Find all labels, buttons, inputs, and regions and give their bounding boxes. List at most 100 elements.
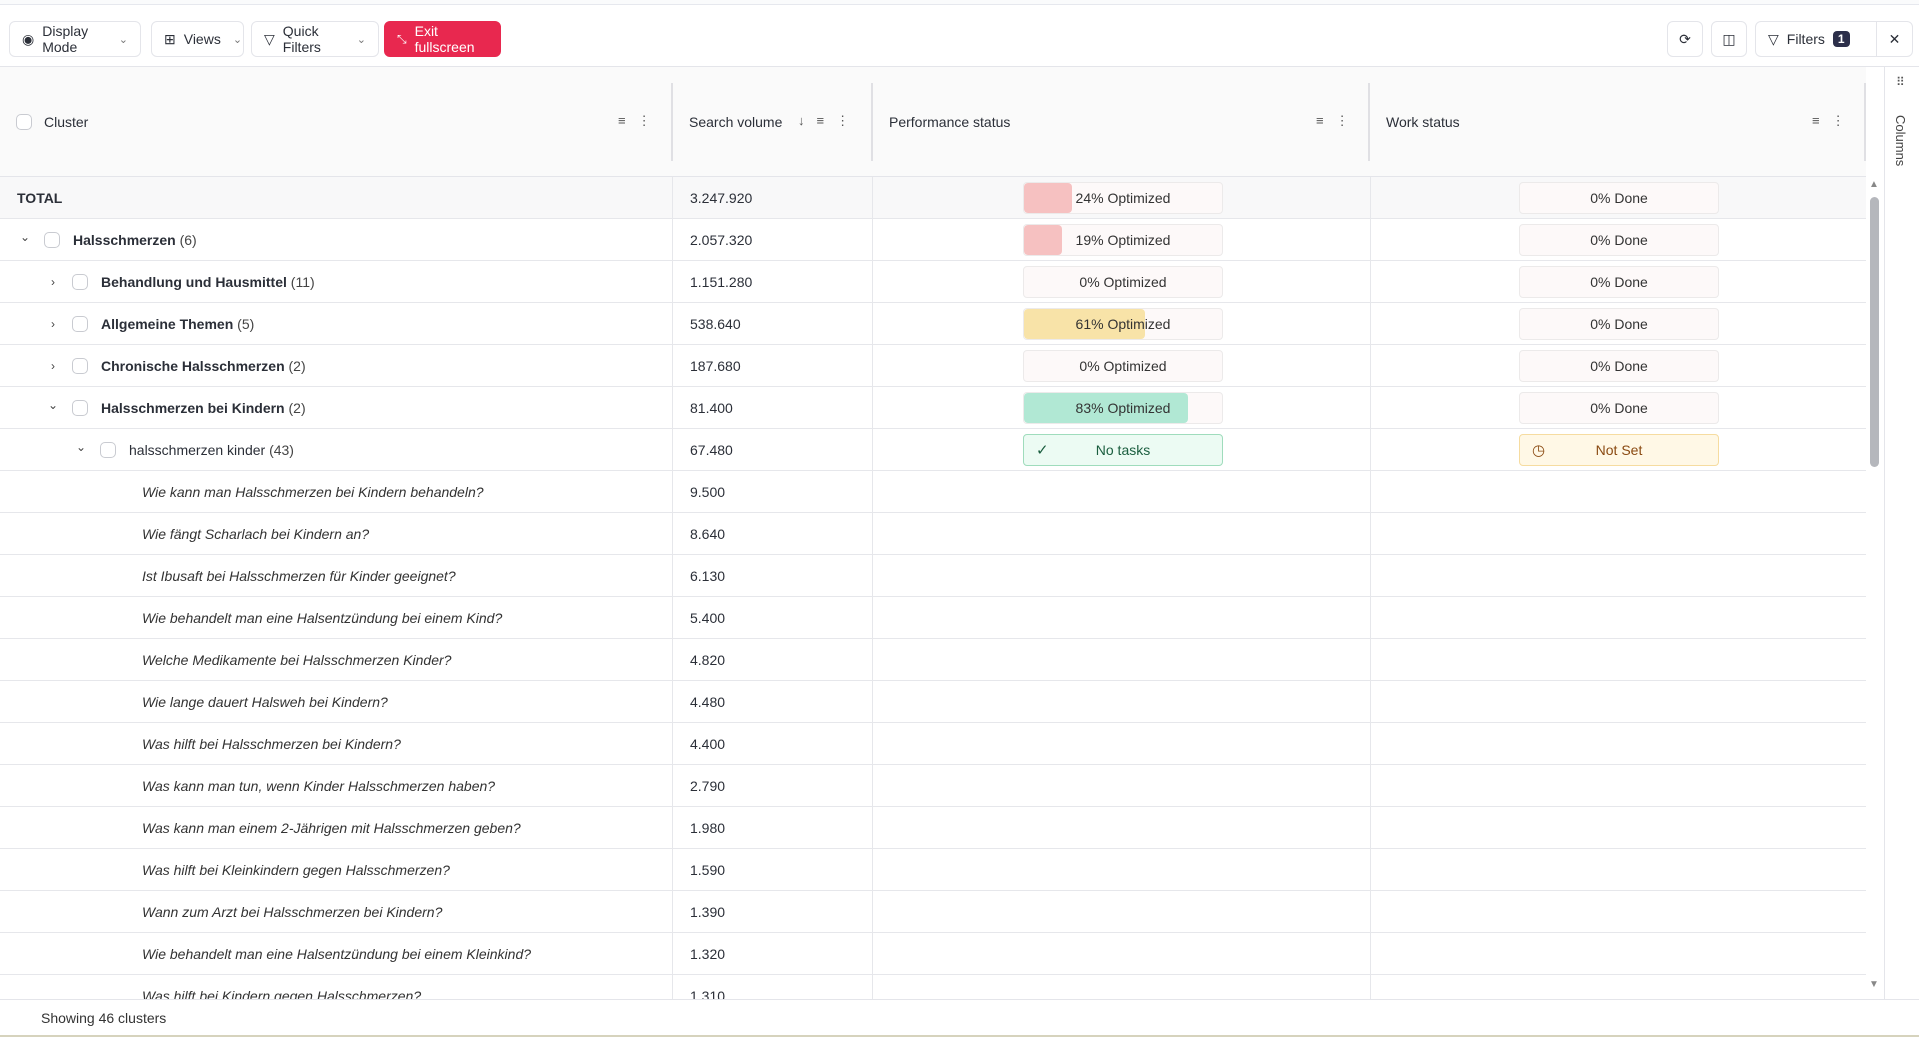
- column-resize-handle[interactable]: [1368, 83, 1370, 161]
- cluster-row[interactable]: › Allgemeine Themen (5) 538.640 61% Optimiz…: [0, 303, 1866, 345]
- chevron-right-icon[interactable]: ›: [47, 275, 59, 289]
- progress-fill: [1024, 225, 1062, 255]
- cluster-name[interactable]: halsschmerzen kinder (43): [129, 442, 294, 458]
- performance-progress-pill[interactable]: 0% Optimized: [1023, 266, 1223, 298]
- keyword-row[interactable]: Was hilft bei Kleinkindern gegen Halssch…: [0, 849, 1866, 891]
- keyword-text: Wie fängt Scharlach bei Kindern an?: [142, 526, 370, 542]
- quick-filters-label: Quick Filters: [282, 23, 321, 55]
- row-checkbox[interactable]: [72, 274, 88, 290]
- performance-status-cell: [872, 975, 1370, 1000]
- column-header-cluster[interactable]: Cluster: [16, 67, 88, 177]
- work-text: 0% Done: [1590, 400, 1648, 416]
- row-checkbox[interactable]: [100, 442, 116, 458]
- search-volume-cell: 1.320: [672, 933, 872, 975]
- keyword-row[interactable]: Wie behandelt man eine Halsentzündung be…: [0, 597, 1866, 639]
- sort-descending-icon[interactable]: ↓: [798, 113, 805, 129]
- work-status-pill[interactable]: 0% Done: [1519, 266, 1719, 298]
- work-status-pill[interactable]: 0% Done: [1519, 182, 1719, 214]
- keyword-row[interactable]: Was kann man tun, wenn Kinder Halsschmer…: [0, 765, 1866, 807]
- total-row[interactable]: TOTAL 3.247.920 24% Optimized 0% Done: [0, 177, 1866, 219]
- views-button[interactable]: ⊞ Views ⌄: [151, 21, 244, 57]
- keyword-row[interactable]: Welche Medikamente bei Halsschmerzen Kin…: [0, 639, 1866, 681]
- cluster-name[interactable]: Behandlung und Hausmittel (11): [101, 274, 315, 290]
- column-header-work-status[interactable]: Work status: [1386, 67, 1460, 177]
- column-header-search-volume[interactable]: Search volume: [689, 67, 782, 177]
- keyword-text: Wie behandelt man eine Halsentzündung be…: [142, 610, 503, 626]
- column-resize-handle[interactable]: [671, 83, 673, 161]
- columns-side-panel[interactable]: ⠿ Columns: [1884, 66, 1919, 1000]
- cluster-row[interactable]: ⌄ halsschmerzen kinder (43) 67.480 ✓ No task…: [0, 429, 1866, 471]
- columns-panel-label[interactable]: Columns: [1893, 115, 1908, 166]
- cluster-count-text: Showing 46 clusters: [41, 1009, 167, 1026]
- cluster-cell: Welche Medikamente bei Halsschmerzen Kin…: [0, 639, 672, 681]
- cluster-row[interactable]: ⌄ Halsschmerzen (6) 2.057.320 19% Optimized…: [0, 219, 1866, 261]
- row-checkbox[interactable]: [72, 400, 88, 416]
- keyword-row[interactable]: Wie behandelt man eine Halsentzündung be…: [0, 933, 1866, 975]
- filter-lines-icon[interactable]: ≡: [618, 113, 626, 129]
- keyword-row[interactable]: Was hilft bei Halsschmerzen bei Kindern?…: [0, 723, 1866, 765]
- more-vertical-icon[interactable]: ⋮: [1336, 113, 1349, 129]
- work-status-cell: [1370, 471, 1866, 513]
- vertical-scrollbar[interactable]: ▲ ▼: [1866, 177, 1884, 997]
- chevron-down-icon[interactable]: ⌄: [47, 398, 59, 412]
- keyword-row[interactable]: Wann zum Arzt bei Halsschmerzen bei Kind…: [0, 891, 1866, 933]
- work-status-pill[interactable]: 0% Done: [1519, 308, 1719, 340]
- cluster-row[interactable]: ⌄ Halsschmerzen bei Kindern (2) 81.400 83% …: [0, 387, 1866, 429]
- keyword-row[interactable]: Wie fängt Scharlach bei Kindern an? 8.640: [0, 513, 1866, 555]
- split-view-button[interactable]: ◫: [1711, 21, 1747, 57]
- scroll-down-arrow-icon[interactable]: ▼: [1869, 979, 1879, 990]
- row-checkbox[interactable]: [72, 358, 88, 374]
- keyword-row[interactable]: Ist Ibusaft bei Halsschmerzen für Kinder…: [0, 555, 1866, 597]
- exit-fullscreen-button[interactable]: ⤡ Exit fullscreen: [384, 21, 501, 57]
- row-checkbox[interactable]: [72, 316, 88, 332]
- work-status-pill[interactable]: 0% Done: [1519, 350, 1719, 382]
- chevron-right-icon[interactable]: ›: [47, 359, 59, 373]
- cluster-row[interactable]: › Chronische Halsschmerzen (2) 187.680 0% O…: [0, 345, 1866, 387]
- cluster-name[interactable]: Allgemeine Themen (5): [101, 316, 254, 332]
- more-vertical-icon[interactable]: ⋮: [836, 113, 849, 129]
- performance-progress-pill[interactable]: 24% Optimized: [1023, 182, 1223, 214]
- performance-progress-pill[interactable]: 83% Optimized: [1023, 392, 1223, 424]
- chevron-right-icon[interactable]: ›: [47, 317, 59, 331]
- keyword-row[interactable]: Was kann man einem 2-Jährigen mit Halssc…: [0, 807, 1866, 849]
- more-vertical-icon[interactable]: ⋮: [1832, 113, 1845, 129]
- keyword-row[interactable]: Wie lange dauert Halsweh bei Kindern? 4.4…: [0, 681, 1866, 723]
- not-set-badge[interactable]: ◷ Not Set: [1519, 434, 1719, 466]
- chevron-down-icon[interactable]: ⌄: [75, 440, 87, 454]
- search-volume-cell: 538.640: [672, 303, 872, 345]
- performance-status-cell: [872, 891, 1370, 933]
- work-status-pill[interactable]: 0% Done: [1519, 224, 1719, 256]
- performance-progress-pill[interactable]: 0% Optimized: [1023, 350, 1223, 382]
- performance-progress-pill[interactable]: 61% Optimized: [1023, 308, 1223, 340]
- column-resize-handle[interactable]: [1864, 83, 1866, 161]
- scrollbar-thumb[interactable]: [1870, 197, 1879, 467]
- cluster-name[interactable]: Halsschmerzen bei Kindern (2): [101, 400, 306, 416]
- grid-icon: ⊞: [164, 30, 176, 47]
- scroll-up-arrow-icon[interactable]: ▲: [1869, 179, 1879, 190]
- select-all-checkbox[interactable]: [16, 114, 32, 130]
- column-resize-handle[interactable]: [871, 83, 873, 161]
- cluster-name[interactable]: Chronische Halsschmerzen (2): [101, 358, 306, 374]
- performance-progress-pill[interactable]: 19% Optimized: [1023, 224, 1223, 256]
- quick-filters-button[interactable]: ▽ Quick Filters ⌄: [251, 21, 379, 57]
- more-vertical-icon[interactable]: ⋮: [638, 113, 651, 129]
- display-mode-button[interactable]: ◉ Display Mode ⌄: [9, 21, 141, 57]
- chevron-down-icon[interactable]: ⌄: [19, 230, 31, 244]
- work-status-cell: [1370, 555, 1866, 597]
- cluster-name[interactable]: Halsschmerzen (6): [73, 232, 197, 248]
- keyword-row[interactable]: Wie kann man Halsschmerzen bei Kindern b…: [0, 471, 1866, 513]
- no-tasks-badge[interactable]: ✓ No tasks: [1023, 434, 1223, 466]
- exit-fullscreen-label: Exit fullscreen: [414, 23, 475, 55]
- clear-filters-button[interactable]: ✕: [1876, 21, 1913, 57]
- work-status-pill[interactable]: 0% Done: [1519, 392, 1719, 424]
- column-header-performance-status[interactable]: Performance status: [889, 67, 1010, 177]
- row-checkbox[interactable]: [44, 232, 60, 248]
- filter-lines-icon[interactable]: ≡: [1316, 113, 1324, 129]
- filter-lines-icon[interactable]: ≡: [817, 113, 825, 129]
- filter-lines-icon[interactable]: ≡: [1812, 113, 1820, 129]
- keyword-text: Wie lange dauert Halsweh bei Kindern?: [142, 694, 388, 710]
- refresh-button[interactable]: ⟳: [1667, 21, 1703, 57]
- cluster-row[interactable]: › Behandlung und Hausmittel (11) 1.151.280…: [0, 261, 1866, 303]
- filters-button[interactable]: ▽ Filters 1: [1755, 21, 1877, 57]
- keyword-row[interactable]: Was hilft bei Kindern gegen Halsschmerze…: [0, 975, 1866, 1000]
